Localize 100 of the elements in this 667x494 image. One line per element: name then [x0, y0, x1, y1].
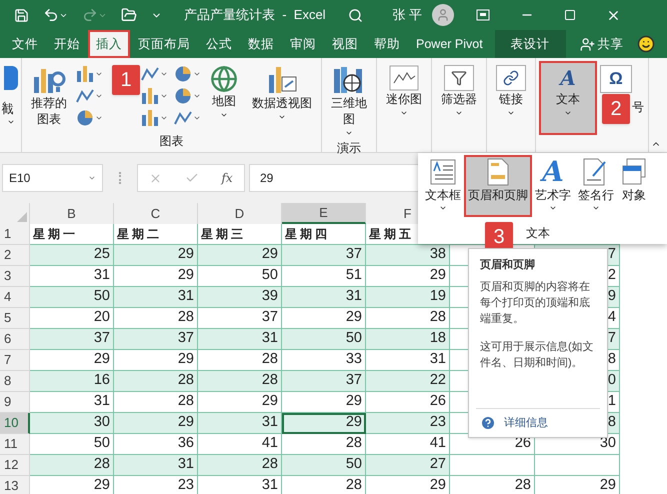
- ribbon-tab[interactable]: 开始: [46, 30, 88, 58]
- caret-icon: [507, 109, 515, 117]
- table-cell: 31: [366, 350, 450, 371]
- function-button[interactable]: fx: [221, 169, 233, 187]
- save-icon[interactable]: [14, 8, 29, 22]
- ribbon-button[interactable]: 三维地 图: [326, 62, 372, 139]
- row-header[interactable]: 11: [0, 434, 30, 455]
- row-header[interactable]: 7: [0, 350, 30, 371]
- header-cell: 星期三: [198, 224, 282, 245]
- search-icon[interactable]: [348, 8, 363, 22]
- ribbon-button[interactable]: 推荐的 图表: [26, 62, 72, 129]
- table-cell: 25: [30, 245, 114, 266]
- chart-type-button[interactable]: [76, 88, 103, 104]
- undo-icon[interactable]: [43, 7, 68, 23]
- text-box-icon: [429, 158, 457, 186]
- table-cell: 31: [198, 329, 282, 350]
- ribbon-tab[interactable]: 页面布局: [130, 30, 198, 58]
- row-header[interactable]: 6: [0, 329, 30, 350]
- caret-icon: [160, 114, 168, 122]
- caret-icon: [95, 92, 103, 100]
- caret-icon: [220, 111, 228, 119]
- chart-type-button[interactable]: [141, 66, 168, 82]
- row-header[interactable]: 10: [0, 413, 30, 434]
- caret-icon: [160, 70, 168, 78]
- caret-icon: [193, 92, 201, 100]
- caret-icon: [278, 113, 286, 121]
- chart-type-button[interactable]: [174, 110, 201, 126]
- ribbon-tab[interactable]: 表设计: [494, 30, 566, 58]
- button-label: 号: [632, 99, 644, 115]
- row-header[interactable]: 1: [0, 224, 30, 245]
- caret-icon: [439, 204, 447, 212]
- chart-type-button[interactable]: [174, 88, 201, 104]
- screenshot-icon: [4, 66, 18, 90]
- row-header[interactable]: 4: [0, 287, 30, 308]
- row-header[interactable]: 9: [0, 392, 30, 413]
- name-box[interactable]: E10: [2, 164, 103, 192]
- ribbon-tab[interactable]: 视图: [324, 30, 366, 58]
- row-header[interactable]: 8: [0, 371, 30, 392]
- table-cell: 31: [282, 287, 366, 308]
- menu-button[interactable]: 对象: [618, 156, 650, 216]
- ribbon-tab[interactable]: Power Pivot: [408, 30, 491, 58]
- text-icon: A: [553, 65, 583, 91]
- group-label: 文本: [526, 225, 551, 242]
- table-cell: 19: [366, 287, 450, 308]
- ribbon-tab[interactable]: 文件: [4, 30, 46, 58]
- chart-type-button[interactable]: [174, 66, 201, 82]
- table-cell: 50: [30, 287, 114, 308]
- pivot-chart-icon: [266, 65, 298, 95]
- row-header[interactable]: 12: [0, 455, 30, 476]
- ribbon-button[interactable]: 数据透视图: [247, 62, 317, 123]
- table-cell: 28: [198, 371, 282, 392]
- ribbon-tab[interactable]: 帮助: [366, 30, 408, 58]
- ribbon-tab[interactable]: 插入: [88, 30, 130, 58]
- smiley-icon[interactable]: [637, 35, 655, 53]
- table-cell: 29: [30, 350, 114, 371]
- caret-icon: [400, 109, 408, 117]
- row-header[interactable]: 3: [0, 266, 30, 287]
- chart-type-button[interactable]: [76, 110, 103, 126]
- folder-icon[interactable]: [121, 7, 137, 23]
- menu-button[interactable]: 页眉和页脚: [465, 156, 531, 216]
- step-badge: 2: [602, 94, 630, 124]
- caret-icon: [6, 118, 14, 126]
- ribbon-button[interactable]: A 文本: [540, 62, 596, 134]
- ribbon-display-icon[interactable]: [476, 9, 490, 21]
- table-cell: 28: [198, 350, 282, 371]
- table-cell: 27: [366, 455, 450, 476]
- table-cell: 29: [114, 413, 198, 434]
- caret-icon: [88, 174, 96, 182]
- avatar[interactable]: [432, 4, 454, 26]
- table-cell: 31: [30, 392, 114, 413]
- symbol-button[interactable]: Ω: [600, 65, 632, 93]
- ribbon-tab[interactable]: 数据: [240, 30, 282, 58]
- table-cell: 37: [30, 329, 114, 350]
- table-cell: 50: [30, 434, 114, 455]
- ribbon-tab[interactable]: 审阅: [282, 30, 324, 58]
- chart-type-button[interactable]: [76, 66, 103, 82]
- chart-type-button[interactable]: [141, 88, 168, 104]
- column-header[interactable]: E: [282, 203, 366, 224]
- table-cell: 28: [366, 308, 450, 329]
- chart-type-button[interactable]: [141, 110, 168, 126]
- row-header[interactable]: 13: [0, 476, 30, 494]
- ribbon-button[interactable]: 截: [2, 100, 14, 118]
- menu-button[interactable]: 签名行: [575, 156, 617, 216]
- table-cell: 22: [366, 371, 450, 392]
- row-header[interactable]: 5: [0, 308, 30, 329]
- person-add-icon: [580, 36, 595, 52]
- ribbon-button[interactable]: 地图: [205, 62, 243, 121]
- menu-button[interactable]: A 艺术字: [532, 156, 574, 216]
- table-cell: 28: [198, 455, 282, 476]
- maximize-icon[interactable]: [564, 9, 576, 21]
- group-label: 图表: [158, 133, 184, 150]
- ribbon-button[interactable]: 迷你图: [381, 62, 427, 119]
- share-button[interactable]: 共享: [580, 30, 624, 58]
- table-cell: 51: [282, 266, 366, 287]
- table-cell: 50: [198, 266, 282, 287]
- table-cell: 29: [114, 245, 198, 266]
- row-header[interactable]: 2: [0, 245, 30, 266]
- ribbon-button[interactable]: 筛选器: [436, 62, 482, 119]
- ribbon-tab[interactable]: 公式: [198, 30, 240, 58]
- ribbon-button[interactable]: 链接: [491, 62, 531, 119]
